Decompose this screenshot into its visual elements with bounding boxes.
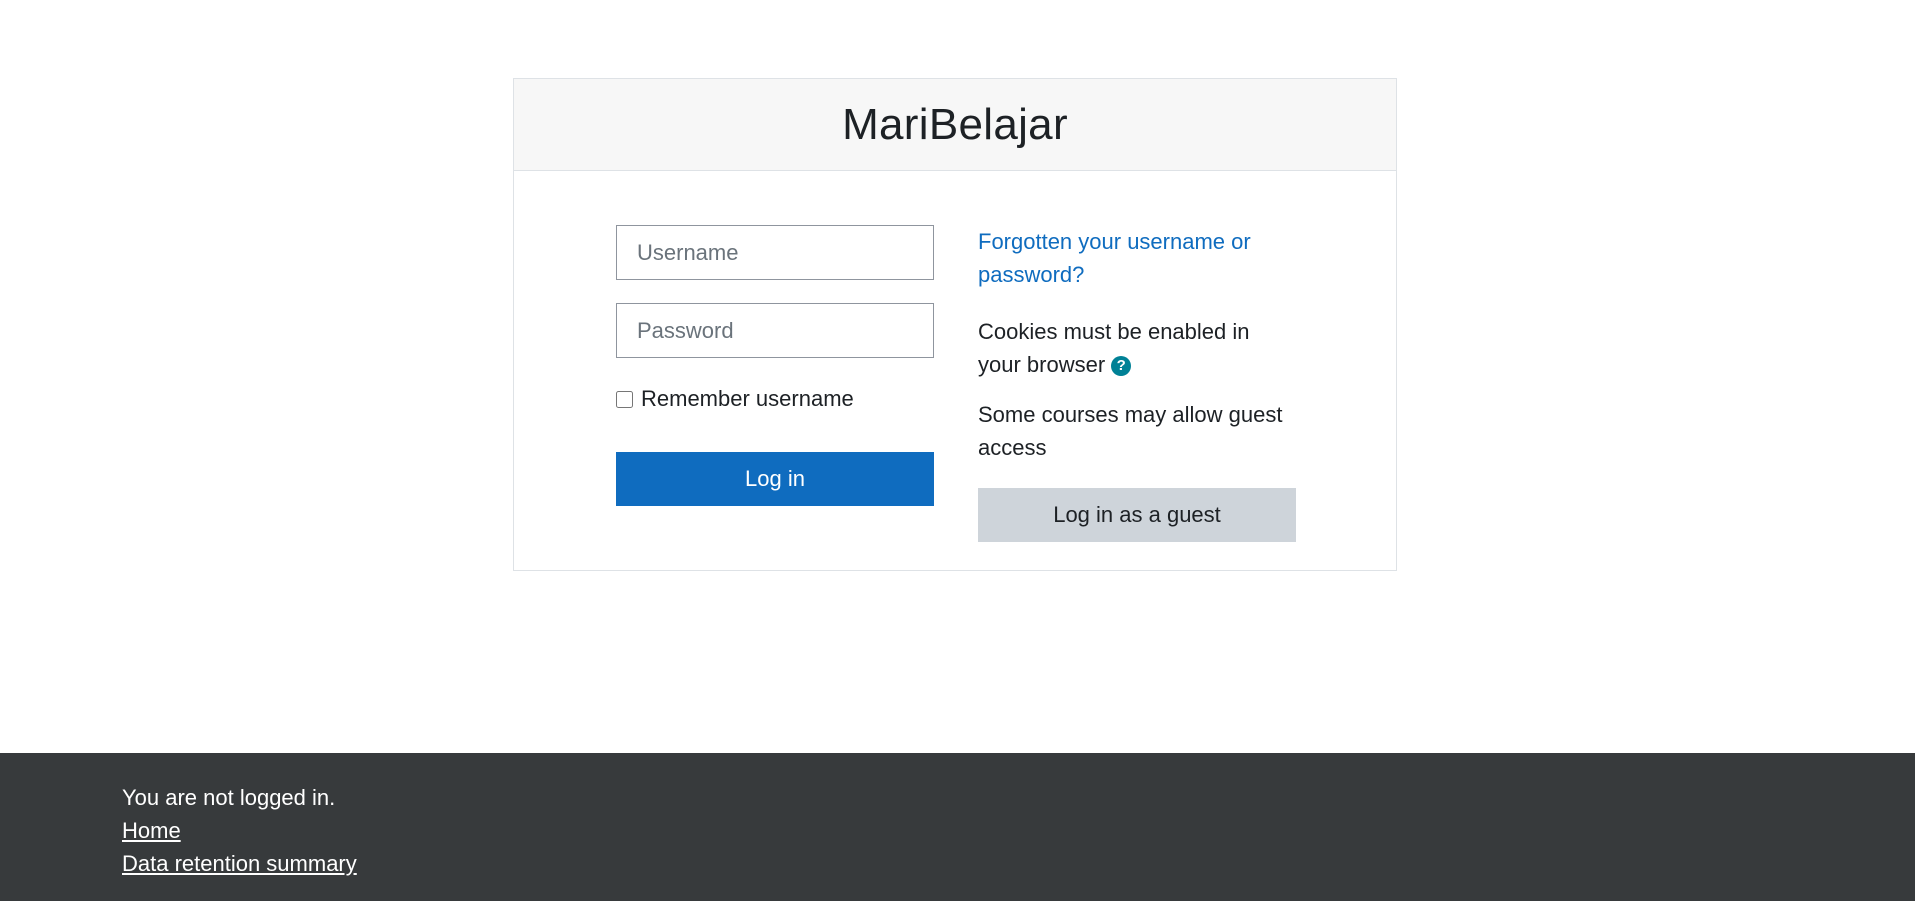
question-circle-icon[interactable]: ? [1111, 356, 1132, 377]
login-button[interactable]: Log in [616, 452, 934, 506]
remember-username-row[interactable]: Remember username [616, 386, 854, 412]
remember-username-checkbox[interactable] [616, 390, 633, 408]
card-header: MariBelajar [514, 79, 1396, 171]
guest-login-button[interactable]: Log in as a guest [978, 488, 1296, 542]
guest-access-text: Some courses may allow guest access [978, 402, 1283, 460]
login-info-column: Forgotten your username or password? Coo… [978, 225, 1298, 464]
remember-username-label: Remember username [641, 386, 854, 411]
login-page: MariBelajar Remember username Log in For… [0, 0, 1915, 901]
data-retention-summary-link[interactable]: Data retention summary [122, 847, 357, 880]
footer-home-link[interactable]: Home [122, 814, 181, 847]
forgot-password-link[interactable]: Forgotten your username or password? [978, 225, 1268, 291]
cookies-notice: Cookies must be enabled in your browser? [978, 315, 1278, 381]
username-input[interactable] [616, 225, 934, 280]
page-footer: You are not logged in. Home Data retenti… [0, 753, 1915, 901]
site-title: MariBelajar [842, 99, 1068, 149]
login-status-text: You are not logged in. [122, 785, 336, 810]
password-input[interactable] [616, 303, 934, 358]
login-card: MariBelajar Remember username Log in For… [513, 78, 1397, 571]
